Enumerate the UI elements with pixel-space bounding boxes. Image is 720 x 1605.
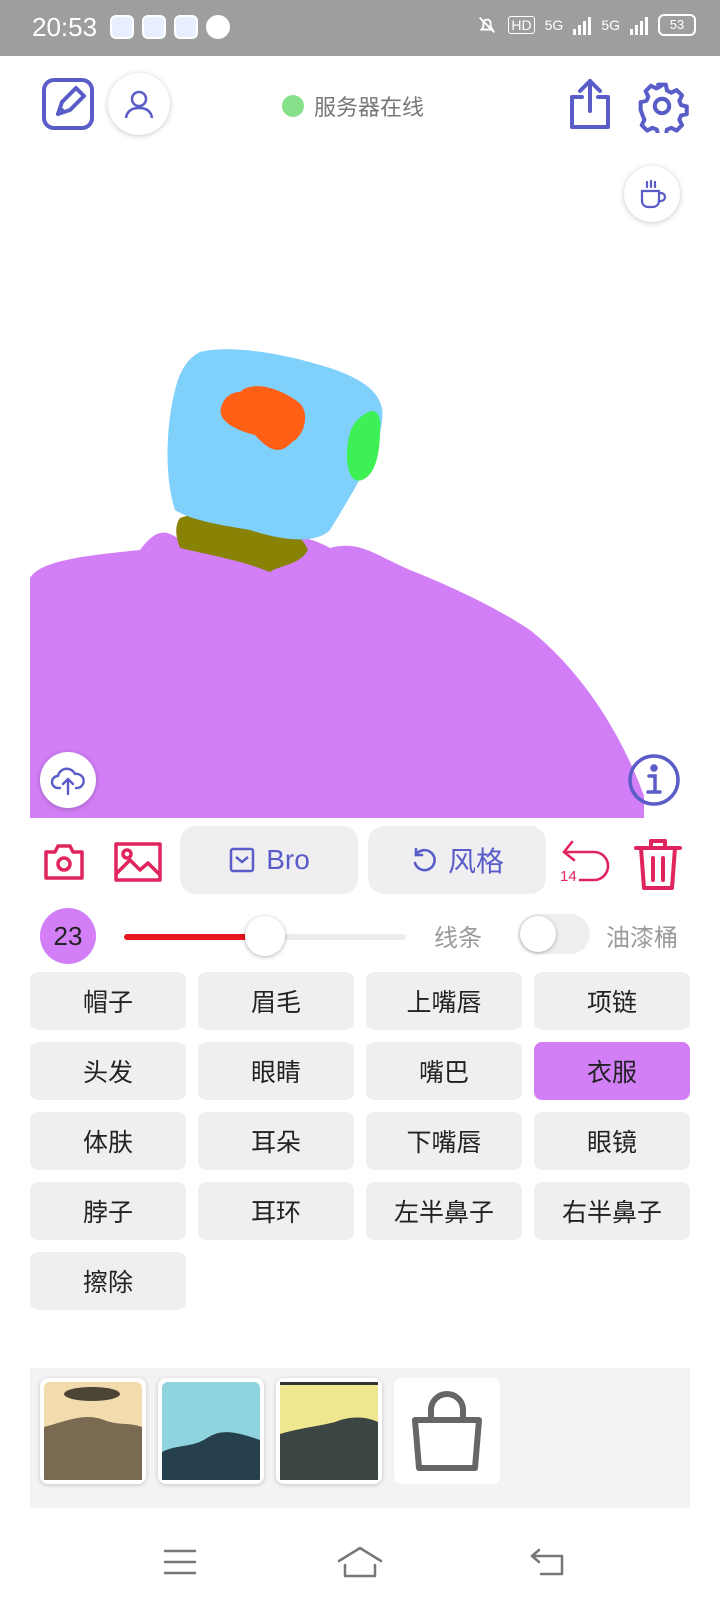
- notification-app-icon: [206, 15, 230, 39]
- user-icon: [124, 90, 154, 119]
- part-button[interactable]: 体肤: [30, 1112, 186, 1170]
- info-button[interactable]: [626, 752, 682, 808]
- home-icon: [337, 1546, 383, 1578]
- network-type: 5G: [601, 17, 620, 33]
- undo-button[interactable]: [556, 834, 618, 894]
- status-app-icons: [110, 15, 230, 39]
- paint-bucket-toggle[interactable]: [518, 914, 590, 954]
- system-nav-bar: [0, 1530, 720, 1605]
- checkbox-icon: [229, 847, 255, 873]
- part-button[interactable]: 头发: [30, 1042, 186, 1100]
- info-icon: [628, 754, 680, 806]
- gear-icon: [638, 82, 689, 133]
- status-bar: 20:53 HD 5G 5G 53: [0, 0, 720, 56]
- user-button[interactable]: [108, 73, 170, 135]
- brush-size-slider[interactable]: [124, 916, 406, 956]
- battery-indicator: 53: [658, 14, 696, 36]
- notification-app-icon: [110, 15, 134, 39]
- style-label: 风格: [447, 846, 504, 877]
- slider-fill: [124, 934, 265, 940]
- part-button[interactable]: 右半鼻子: [534, 1182, 690, 1240]
- part-button[interactable]: 眉毛: [198, 972, 354, 1030]
- share-button[interactable]: [564, 76, 616, 132]
- brush-settings: 23 线条 油漆桶: [0, 906, 720, 966]
- server-status-label: 服务器在线: [314, 96, 425, 121]
- coffee-icon: [640, 179, 667, 209]
- part-button[interactable]: 擦除: [30, 1252, 186, 1310]
- slider-thumb[interactable]: [245, 916, 285, 956]
- status-time: 20:53: [32, 12, 98, 42]
- brush-size-badge: 23: [40, 908, 96, 964]
- paint-bucket-label: 油漆桶: [606, 924, 678, 952]
- preset-thumbnail[interactable]: [40, 1378, 146, 1484]
- preset-thumbnail[interactable]: [276, 1378, 382, 1484]
- drawing-surface: [30, 349, 644, 818]
- preset-image: [280, 1382, 378, 1480]
- style-button[interactable]: 风格: [368, 826, 546, 894]
- signal-icon: [630, 15, 648, 35]
- shop-button[interactable]: [394, 1378, 500, 1484]
- edit-button[interactable]: [40, 76, 96, 132]
- server-status: 服务器在线: [282, 90, 424, 122]
- drawing-canvas[interactable]: [30, 230, 690, 818]
- refresh-icon: [413, 847, 436, 872]
- preset-thumbnail[interactable]: [158, 1378, 264, 1484]
- drawing-stroke-clothes: [30, 531, 644, 818]
- edit-icon: [42, 78, 94, 130]
- camera-button[interactable]: [40, 838, 88, 886]
- part-button[interactable]: 耳朵: [198, 1112, 354, 1170]
- server-status-dot: [282, 95, 304, 117]
- part-button[interactable]: 眼镜: [534, 1112, 690, 1170]
- settings-button[interactable]: [634, 78, 690, 134]
- image-icon: [114, 842, 162, 882]
- part-button[interactable]: 脖子: [30, 1182, 186, 1240]
- share-icon: [570, 79, 610, 129]
- trash-icon: [634, 839, 682, 890]
- part-button[interactable]: 项链: [534, 972, 690, 1030]
- signal-icon: [573, 15, 592, 35]
- status-indicators: HD 5G 5G 53: [476, 14, 696, 36]
- notification-app-icon: [142, 15, 166, 39]
- part-button[interactable]: 耳环: [198, 1182, 354, 1240]
- menu-button[interactable]: [150, 1540, 210, 1584]
- part-button[interactable]: 上嘴唇: [366, 972, 522, 1030]
- shopping-bag-icon: [412, 1391, 482, 1471]
- home-button[interactable]: [330, 1540, 390, 1584]
- preset-strip: [30, 1368, 690, 1508]
- part-button[interactable]: 帽子: [30, 972, 186, 1030]
- hd-indicator: HD: [508, 16, 535, 34]
- part-button[interactable]: 嘴巴: [366, 1042, 522, 1100]
- cloud-upload-button[interactable]: [40, 752, 96, 808]
- lines-mode-label: 线条: [434, 924, 482, 952]
- part-button[interactable]: 眼睛: [198, 1042, 354, 1100]
- bro-button[interactable]: Bro: [180, 826, 358, 894]
- cloud-upload-icon: [50, 767, 85, 796]
- part-button[interactable]: 左半鼻子: [366, 1182, 522, 1240]
- preset-image: [162, 1382, 260, 1480]
- mute-bell-icon: [479, 17, 496, 33]
- part-button[interactable]: 衣服: [534, 1042, 690, 1100]
- image-button[interactable]: [112, 838, 164, 886]
- back-icon: [530, 1548, 564, 1576]
- part-button[interactable]: 下嘴唇: [366, 1112, 522, 1170]
- part-selector-grid: 帽子 眉毛 上嘴唇 项链头发 眼睛 嘴巴 衣服体肤 耳朵 下嘴唇 眼镜脖子 耳环 左半鼻子 右半鼻子擦除: [30, 972, 690, 1310]
- undo-count: 14: [560, 868, 577, 885]
- back-button[interactable]: [518, 1540, 578, 1584]
- coffee-button[interactable]: [624, 166, 680, 222]
- toggle-knob: [520, 916, 556, 952]
- bro-label: Bro: [266, 844, 310, 875]
- clear-button[interactable]: [632, 834, 684, 894]
- camera-icon: [44, 844, 84, 880]
- top-bar: 服务器在线: [0, 56, 720, 156]
- preset-image: [44, 1382, 142, 1480]
- menu-icon: [163, 1549, 197, 1575]
- notification-app-icon: [174, 15, 198, 39]
- tool-bar: Bro 风格 14: [0, 826, 720, 896]
- network-type: 5G: [544, 17, 564, 33]
